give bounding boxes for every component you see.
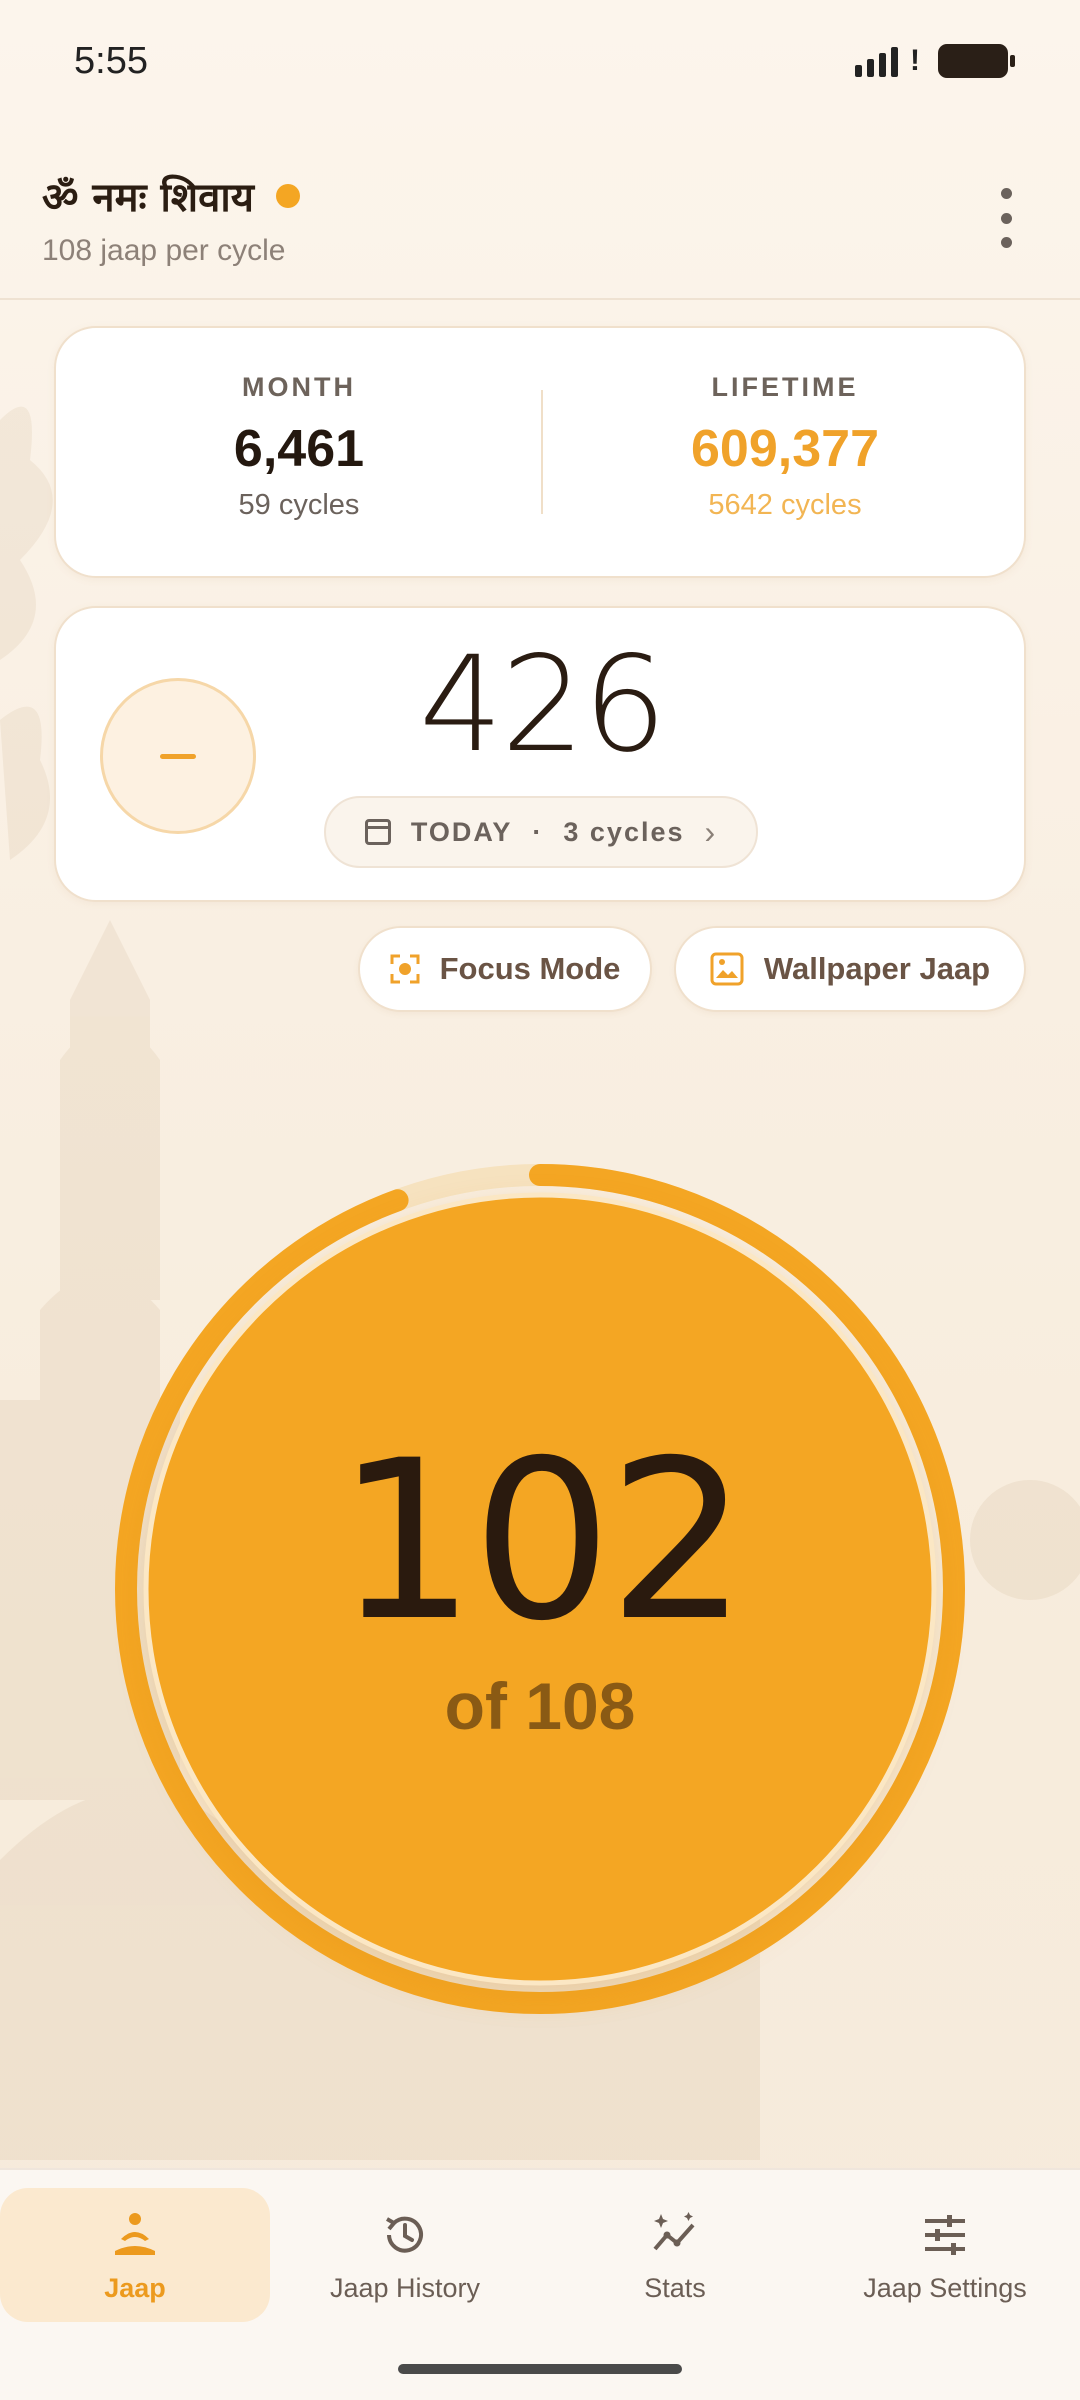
month-stat: MONTH 6,461 59 cycles (56, 328, 542, 576)
nav-label-jaap: Jaap (104, 2272, 166, 2303)
focus-mode-button[interactable]: Focus Mode (358, 926, 652, 1012)
focus-icon (390, 954, 420, 984)
calendar-icon (364, 819, 391, 845)
today-separator: · (532, 816, 544, 847)
nav-item-jaap[interactable]: Jaap (0, 2188, 270, 2322)
app-header: ॐ नमः शिवाय 108 jaap per cycle (0, 150, 1080, 300)
lifetime-stat: LIFETIME 609,377 5642 cycles (542, 328, 1028, 576)
today-label: TODAY (410, 816, 513, 847)
status-bar: 5:55 ! (0, 0, 1080, 130)
lifetime-cycles: 5642 cycles (708, 489, 862, 521)
home-indicator[interactable] (398, 2364, 682, 2374)
nav-label-stats: Stats (644, 2272, 706, 2303)
nav-item-jaap-history[interactable]: Jaap History (270, 2188, 540, 2322)
today-card: 426 TODAY · 3 cycles › (54, 606, 1026, 902)
status-time: 5:55 (74, 40, 148, 82)
mantra-selector[interactable]: ॐ नमः शिवाय (42, 168, 300, 223)
nav-label-jaap-settings: Jaap Settings (863, 2272, 1027, 2303)
month-value: 6,461 (233, 420, 365, 478)
stats-icon (653, 2211, 695, 2250)
counter-target: of 108 (444, 1669, 636, 1743)
counter-value: 102 (336, 1413, 748, 1669)
signal-icon (855, 45, 898, 77)
status-icons: ! (855, 44, 1015, 78)
nav-item-jaap-settings[interactable]: Jaap Settings (810, 2188, 1080, 2322)
more-vert-icon[interactable] (992, 188, 1020, 248)
lifetime-label: LIFETIME (711, 372, 859, 402)
nav-item-stats[interactable]: Stats (540, 2188, 810, 2322)
tune-icon (925, 2214, 965, 2255)
wallpaper-jaap-label: Wallpaper Jaap (763, 951, 991, 986)
no-data-icon: ! (910, 44, 920, 77)
mantra-title: ॐ नमः शिवाय (42, 175, 254, 221)
today-cycles: 3 cycles (563, 816, 685, 847)
active-indicator-dot (275, 183, 300, 208)
app-screen: 5:55 ! ॐ नमः शिवाय 108 jaap per cycle MO… (0, 0, 1080, 2400)
wallpaper-icon (710, 952, 744, 986)
lifetime-value: 609,377 (691, 420, 879, 478)
history-icon (386, 2216, 423, 2253)
nav-label-jaap-history: Jaap History (329, 2272, 481, 2303)
battery-icon (938, 44, 1015, 78)
jaap-counter: 102 of 108 (114, 1163, 966, 2015)
wallpaper-jaap-button[interactable]: Wallpaper Jaap (674, 926, 1026, 1012)
cycle-subtitle: 108 jaap per cycle (42, 234, 286, 267)
month-cycles: 59 cycles (238, 489, 360, 521)
today-count: 426 (419, 628, 667, 782)
meditation-icon (115, 2212, 155, 2255)
stats-summary-card: MONTH 6,461 59 cycles LIFETIME 609,377 5… (54, 326, 1026, 578)
chevron-right-icon: › (704, 813, 718, 850)
today-history-pill[interactable]: TODAY · 3 cycles › (324, 796, 758, 868)
focus-mode-label: Focus Mode (439, 951, 621, 986)
month-label: MONTH (242, 372, 356, 402)
